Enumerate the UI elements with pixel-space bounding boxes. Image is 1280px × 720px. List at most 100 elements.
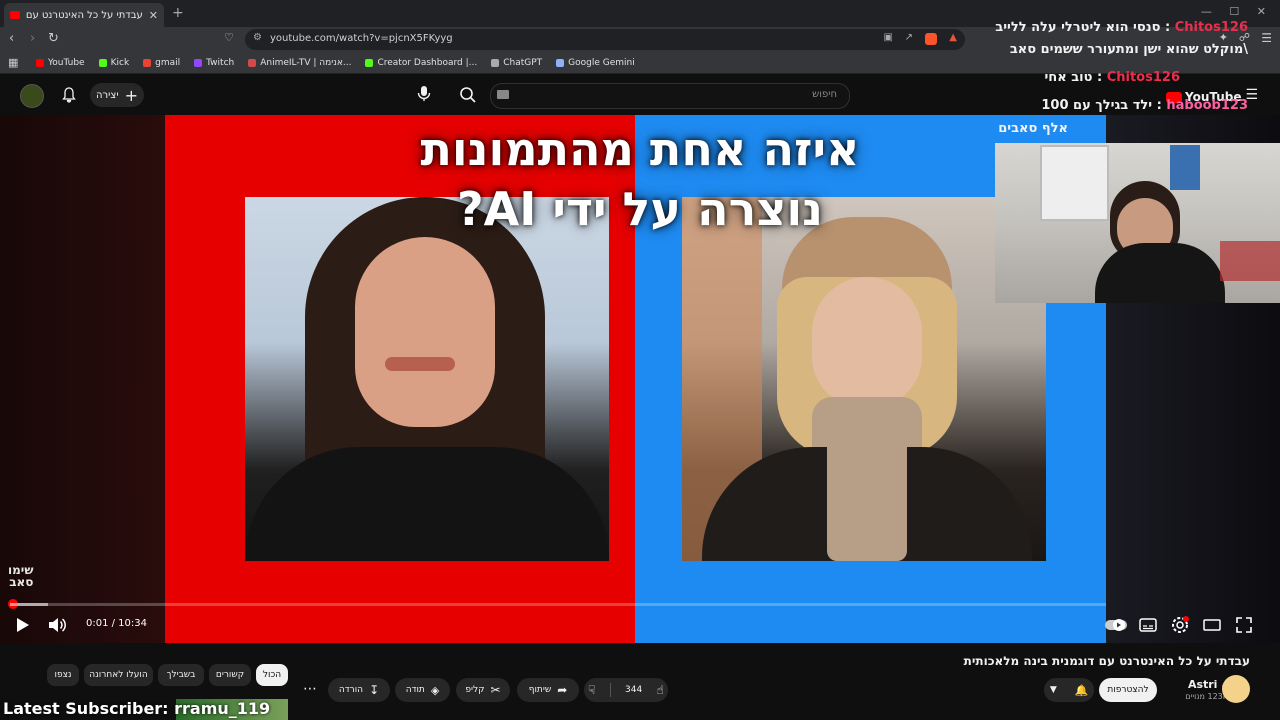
bookmark-label: Google Gemini [568, 57, 635, 68]
animeil-icon [248, 58, 257, 67]
chip-watched[interactable]: נצפו [47, 664, 79, 686]
chat-text: סנסי הוא ליטרלי עלה ללייב [995, 20, 1161, 35]
create-button[interactable]: יצירה + [90, 83, 144, 107]
reload-icon[interactable]: ↻ [48, 31, 59, 46]
stream-chat-overlay: YouTube ☰ Chitos126 : סנסי הוא ליטרלי על… [995, 20, 1280, 144]
chip-for-you[interactable]: בשבילך [158, 664, 204, 686]
subtitles-icon[interactable] [1138, 615, 1158, 635]
close-tab-icon[interactable]: ✕ [149, 9, 158, 22]
bookmark-label: Twitch [206, 57, 235, 68]
kick-icon [98, 58, 107, 67]
address-bar[interactable]: ⚙ youtube.com/watch?v=pjcnX5FKyyg ▣ ↗ ▲ [245, 29, 965, 50]
share-label: שיתוף [528, 685, 552, 695]
thanks-label: תודה [405, 685, 425, 695]
time-display: 0:01 / 10:34 [86, 618, 148, 629]
like-divider [609, 683, 611, 697]
bookmark-gemini[interactable]: Google Gemini [556, 58, 635, 68]
gmail-icon [143, 58, 152, 67]
chat-username: Chitos126 [1106, 70, 1180, 85]
bookmark-icon[interactable]: ♡ [224, 31, 234, 44]
window-in-background [1040, 145, 1109, 221]
back-icon[interactable]: ‹ [9, 31, 14, 46]
bookmark-label: AnimeIL-TV | אנימה... [260, 57, 352, 68]
progress-bar[interactable] [8, 599, 1106, 609]
close-window-icon[interactable]: ✕ [1257, 5, 1266, 18]
notification-subscription-dropdown[interactable]: 🔔 ▼ [1044, 678, 1094, 702]
chat-message: Chitos126 : סנסי הוא ליטרלי עלה ללייב [995, 20, 1248, 35]
streamer-body [1095, 243, 1225, 303]
tab-title: עבדתי על כל האינטרנט עם דוגמ... [26, 9, 143, 21]
clip-label: קליפ [465, 685, 485, 695]
search-input[interactable]: חיפוש [490, 83, 850, 109]
bookmark-twitch[interactable]: Twitch [194, 58, 234, 68]
window-controls: — ☐ ✕ [1201, 5, 1266, 18]
keyboard-icon[interactable] [497, 90, 509, 99]
voice-search-mic-icon[interactable] [414, 83, 434, 103]
autoplay-toggle-icon[interactable] [1104, 615, 1128, 635]
subscriber-count: 123K מנויים [1185, 692, 1228, 701]
bookmark-animeil[interactable]: AnimeIL-TV | אנימה... [248, 58, 351, 68]
share-page-icon[interactable]: ↗ [905, 32, 913, 43]
brave-shield-icon[interactable] [925, 33, 937, 45]
video-title-overlay: איזה אחת מהתמונות נוצרה על ידי AI? [400, 119, 880, 239]
site-info-icon[interactable]: ⚙ [253, 32, 262, 43]
chip-related[interactable]: קשורים [209, 664, 251, 686]
cast-icon[interactable]: ▣ [884, 32, 893, 43]
like-icon[interactable]: ☝ [657, 683, 664, 697]
plus-icon: + [124, 85, 138, 105]
chat-username: haboob123 [1166, 98, 1248, 113]
channel-name-text: Astri [1187, 678, 1218, 691]
watermark-line: סאב [9, 575, 34, 589]
bookmark-label: YouTube [48, 57, 85, 68]
minimize-icon[interactable]: — [1201, 5, 1212, 18]
dislike-icon[interactable]: ☟ [588, 683, 595, 697]
chat-message: Chitos126 : טוב אחי [1044, 70, 1180, 85]
chip-all[interactable]: הכול [256, 664, 288, 686]
new-tab-button[interactable]: + [172, 5, 184, 21]
bookmark-gmail[interactable]: gmail [143, 58, 180, 68]
volume-icon[interactable] [47, 616, 67, 634]
youtube-favicon-icon [10, 11, 20, 19]
browser-tab[interactable]: עבדתי על כל האינטרנט עם דוגמ... ✕ [4, 3, 164, 27]
photo-blonde-woman [682, 197, 1046, 561]
video-title: עבדתי על כל האינטרנט עם דוגמנית בינה מלא… [963, 654, 1250, 668]
chat-message: \מוקלט שהוא ישן ומתעורר ששמים סאב [1010, 42, 1248, 57]
maximize-icon[interactable]: ☐ [1229, 5, 1239, 18]
chip-recently-uploaded[interactable]: הועלו לאחרונה [84, 664, 153, 686]
search-button-icon[interactable] [458, 85, 478, 105]
more-actions-icon[interactable]: ⋯ [300, 681, 320, 699]
brave-rewards-icon[interactable]: ▲ [949, 32, 957, 43]
notifications-bell-icon[interactable] [62, 87, 76, 103]
thanks-button[interactable]: ◈ תודה [395, 678, 450, 702]
forward-icon[interactable]: › [30, 31, 35, 46]
download-icon: ↧ [369, 683, 380, 697]
settings-gear-icon[interactable] [1170, 615, 1190, 635]
clip-button[interactable]: ✂ קליפ [456, 678, 510, 702]
title-overlay-line-1: איזה אחת מהתמונות [420, 122, 860, 176]
bookmark-youtube[interactable]: YouTube [36, 58, 85, 68]
chatgpt-icon [491, 58, 500, 67]
download-button[interactable]: ↧ הורדה [328, 678, 390, 702]
share-button[interactable]: ➦ שיתוף [517, 678, 579, 702]
account-avatar[interactable] [20, 84, 44, 108]
clothes-background [1220, 241, 1280, 281]
fullscreen-icon[interactable] [1234, 615, 1254, 635]
url-text[interactable]: youtube.com/watch?v=pjcnX5FKyyg [270, 33, 453, 44]
theater-mode-icon[interactable] [1202, 615, 1222, 635]
poster [1170, 145, 1200, 190]
subscribe-watermark: שימו סאב [8, 564, 33, 588]
channel-avatar[interactable] [1222, 675, 1250, 703]
subscribe-button[interactable]: להצטרפות [1099, 678, 1157, 702]
bookmark-kick[interactable]: Kick [98, 58, 129, 68]
apps-grid-icon[interactable]: ▦ [8, 56, 18, 69]
play-icon[interactable] [12, 615, 32, 635]
chat-text: אלף סאבים [998, 121, 1068, 136]
bookmark-label: Creator Dashboard |... [377, 57, 478, 68]
share-icon: ➦ [557, 683, 568, 697]
bookmark-creator-dashboard[interactable]: Creator Dashboard |... [365, 58, 477, 68]
bookmark-chatgpt[interactable]: ChatGPT [491, 58, 542, 68]
title-overlay-line-2: נוצרה על ידי AI? [456, 182, 823, 236]
thanks-icon: ◈ [430, 683, 440, 697]
search-placeholder: חיפוש [812, 89, 837, 100]
twitch-icon [194, 58, 203, 67]
